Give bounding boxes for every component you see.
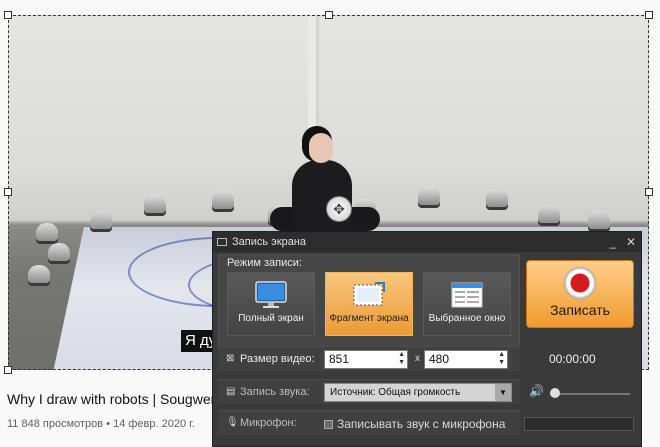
audio-source-value: Источник: Общая громкость (330, 387, 461, 398)
resize-handle-bottom-left[interactable] (4, 366, 12, 374)
checkbox-icon (324, 420, 333, 429)
video-title[interactable]: Why I draw with robots | Sougwen (7, 391, 218, 407)
recorder-title: Запись экрана (232, 236, 307, 248)
height-stepper-icon[interactable]: ▲ ▼ (498, 351, 505, 367)
recording-mode-label: Режим записи: (227, 257, 302, 269)
mic-checkbox[interactable]: Записывать звук с микрофона (324, 417, 505, 431)
chevron-down-icon: ▼ (495, 384, 511, 401)
mic-level-meter (524, 417, 634, 431)
mic-checkbox-label: Записывать звук с микрофона (337, 417, 506, 431)
audio-source-select[interactable]: Источник: Общая громкость ▼ (324, 383, 512, 402)
volume-slider[interactable] (550, 393, 630, 395)
screen-fragment-icon (351, 280, 387, 310)
height-input[interactable]: 480 ▲ ▼ (424, 350, 508, 369)
video-size-label: Размер видео: (240, 353, 315, 365)
width-stepper-icon[interactable]: ▲ ▼ (398, 351, 405, 367)
resize-handle-top[interactable] (325, 11, 333, 19)
resize-handle-top-left[interactable] (4, 11, 12, 19)
record-icon (564, 267, 596, 299)
recording-mode-panel: Режим записи: Полный экран Фрагмент экра… (218, 254, 520, 355)
app-window-icon (217, 238, 227, 246)
speaker-icon: ▤ (226, 386, 236, 397)
desktop-stage: Я ду ✥ Why I draw with robots | Sougwen … (0, 0, 660, 447)
mode-fullscreen-button[interactable]: Полный экран (227, 272, 315, 336)
recording-timer: 00:00:00 (549, 352, 596, 366)
minimize-button[interactable]: _ (605, 234, 621, 250)
window-icon (449, 280, 485, 310)
microphone-icon: 🎙 (226, 417, 239, 428)
video-meta: 11 848 просмотров • 14 февр. 2020 г. (7, 418, 195, 430)
times-sign: x (415, 353, 420, 364)
resize-handle-right[interactable] (645, 188, 653, 196)
move-icon[interactable]: ✥ (326, 196, 352, 222)
video-size-row: ⊠ Размер видео: 851 ▲ ▼ x 480 ▲ ▼ (218, 346, 520, 371)
mode-window-button[interactable]: Выбранное окно (423, 272, 511, 336)
mode-fragment-label: Фрагмент экрана (329, 313, 409, 324)
close-button[interactable]: ✕ (623, 234, 639, 250)
record-label: Записать (550, 302, 610, 318)
audio-label: Запись звука: (240, 386, 310, 398)
resize-handle-top-right[interactable] (645, 11, 653, 19)
screen-recorder-window: Запись экрана _ ✕ Режим записи: Полный э… (212, 231, 642, 447)
recorder-titlebar[interactable]: Запись экрана _ ✕ (213, 232, 641, 252)
volume-control: 🔊 (526, 382, 634, 404)
width-value: 851 (329, 352, 350, 366)
monitor-icon (253, 280, 289, 310)
width-input[interactable]: 851 ▲ ▼ (324, 350, 408, 369)
resize-icon: ⊠ (226, 353, 235, 364)
mic-row: 🎙 Микрофон: Записывать звук с микрофона (218, 410, 520, 435)
mode-fullscreen-label: Полный экран (238, 313, 304, 324)
volume-slider-knob[interactable] (550, 388, 560, 398)
mode-fragment-button[interactable]: Фрагмент экрана (325, 272, 413, 336)
mode-window-label: Выбранное окно (428, 313, 506, 324)
mic-label: Микрофон: (240, 417, 297, 429)
height-value: 480 (429, 352, 450, 366)
audio-row: ▤ Запись звука: Источник: Общая громкост… (218, 379, 520, 404)
record-button[interactable]: Записать (526, 260, 634, 328)
volume-icon[interactable]: 🔊 (529, 384, 544, 398)
resize-handle-left[interactable] (4, 188, 12, 196)
